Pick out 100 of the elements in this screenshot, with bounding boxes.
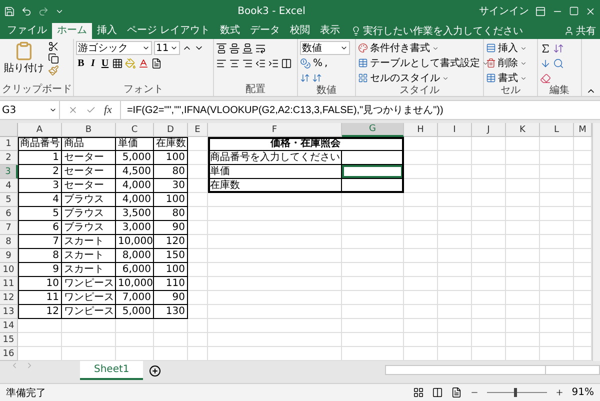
font-style-button[interactable]: B: [76, 58, 86, 68]
sort-icon[interactable]: [553, 42, 564, 54]
row-header[interactable]: 1: [0, 137, 18, 151]
align-center-icon[interactable]: [229, 58, 240, 68]
ribbon-tab[interactable]: ホーム: [52, 23, 92, 39]
copy-icon[interactable]: [48, 53, 59, 64]
sheet-tab[interactable]: Sheet1: [80, 361, 144, 380]
ribbon-tab[interactable]: 校閲: [285, 23, 316, 39]
active-cell[interactable]: [342, 165, 404, 179]
column-header[interactable]: A: [18, 123, 62, 137]
row-header[interactable]: 3: [0, 165, 18, 179]
paste-button[interactable]: 貼り付け: [2, 41, 46, 84]
lightbulb-icon[interactable]: [351, 26, 362, 36]
row-header[interactable]: 9: [0, 249, 18, 263]
row-header[interactable]: 15: [0, 333, 18, 347]
name-box[interactable]: G3: [0, 101, 60, 119]
row-header[interactable]: 12: [0, 291, 18, 305]
row-header[interactable]: 6: [0, 207, 18, 221]
undo-icon[interactable]: [21, 6, 32, 16]
zoom-in-icon[interactable]: [554, 388, 564, 397]
font-name-select[interactable]: 游ゴシック: [76, 41, 152, 55]
font-style-button[interactable]: U: [100, 58, 110, 68]
tell-me-field[interactable]: 実行したい作業を入力してください: [363, 24, 524, 38]
formula-field[interactable]: =IF(G2="","",IFNA(VLOOKUP(G2,A2:C13,3,FALSE),"見つかりません")): [120, 103, 444, 117]
vertical-scrollbar[interactable]: [592, 123, 600, 361]
zoom-thumb[interactable]: [514, 388, 517, 397]
page-layout-icon[interactable]: [432, 387, 443, 398]
percent-button[interactable]: %: [313, 58, 323, 68]
horizontal-scrollbar[interactable]: [385, 365, 600, 375]
row-header[interactable]: 11: [0, 277, 18, 291]
cells-menu-button[interactable]: 書式: [486, 71, 527, 85]
column-header[interactable]: I: [438, 123, 472, 137]
align-middle-icon[interactable]: [229, 42, 240, 54]
ribbon-tab[interactable]: 数式: [215, 23, 246, 39]
ribbon-tab[interactable]: ページ レイアウト: [122, 23, 216, 39]
indent-increase-icon[interactable]: [268, 58, 279, 68]
column-header[interactable]: L: [540, 123, 574, 137]
person-icon[interactable]: [564, 26, 574, 36]
align-bottom-icon[interactable]: [242, 42, 253, 54]
style-menu-button[interactable]: セルのスタイル: [358, 71, 489, 85]
row-header[interactable]: 4: [0, 179, 18, 193]
row-header[interactable]: 7: [0, 221, 18, 235]
comma-button[interactable]: ,: [324, 58, 328, 68]
ribbon-tab[interactable]: データ: [245, 23, 286, 39]
currency-icon[interactable]: [300, 58, 311, 68]
check-icon[interactable]: [86, 105, 96, 115]
align-right-icon[interactable]: [242, 58, 253, 68]
normal-view-icon[interactable]: [412, 387, 424, 398]
font-color-icon[interactable]: [138, 58, 149, 68]
column-header[interactable]: J: [472, 123, 506, 137]
column-header[interactable]: B: [62, 123, 116, 137]
style-menu-button[interactable]: 条件付き書式: [358, 41, 489, 55]
fill-icon[interactable]: [540, 58, 551, 68]
ribbon-display-icon[interactable]: [535, 6, 546, 16]
ribbon-tab[interactable]: 挿入: [92, 23, 122, 39]
close-icon[interactable]: [585, 6, 596, 16]
search-icon[interactable]: [553, 58, 564, 68]
number-format-select[interactable]: 数値: [300, 41, 350, 55]
row-header[interactable]: 10: [0, 263, 18, 277]
ribbon-tab[interactable]: ファイル: [2, 23, 52, 39]
column-header[interactable]: D: [154, 123, 188, 137]
borders-icon[interactable]: [112, 58, 123, 68]
row-header[interactable]: 14: [0, 319, 18, 333]
scissors-icon[interactable]: [48, 41, 59, 52]
row-header[interactable]: 13: [0, 305, 18, 319]
row-header[interactable]: 5: [0, 193, 18, 207]
row-header[interactable]: 16: [0, 347, 18, 361]
cancel-icon[interactable]: [68, 105, 78, 115]
ribbon-tab[interactable]: 表示: [315, 23, 346, 39]
row-header[interactable]: 2: [0, 151, 18, 165]
new-sheet-icon[interactable]: [149, 365, 162, 377]
column-header[interactable]: K: [506, 123, 540, 137]
column-header[interactable]: M: [574, 123, 592, 137]
table-cell: 8,000: [116, 249, 154, 263]
column-header[interactable]: C: [116, 123, 154, 137]
font-size-select[interactable]: 11: [154, 41, 180, 55]
signin-link[interactable]: サインイン: [479, 4, 529, 18]
font-style-button[interactable]: I: [88, 58, 98, 68]
maximize-icon[interactable]: [569, 6, 579, 16]
indent-decrease-icon[interactable]: [255, 58, 266, 68]
cells-menu-button[interactable]: 挿入: [486, 41, 527, 55]
zoom-level[interactable]: 91%: [572, 387, 594, 398]
sum-icon[interactable]: [540, 42, 551, 54]
column-header[interactable]: F: [208, 123, 342, 137]
align-left-icon[interactable]: [216, 58, 227, 68]
fill-color-icon[interactable]: [125, 58, 136, 68]
style-menu-button[interactable]: テーブルとして書式設定: [358, 56, 489, 70]
redo-icon[interactable]: [38, 6, 49, 16]
eraser-icon[interactable]: [540, 72, 551, 84]
column-header[interactable]: E: [188, 123, 208, 137]
wrap-text-icon[interactable]: [255, 42, 266, 54]
row-header[interactable]: 8: [0, 235, 18, 249]
share-button[interactable]: 共有: [576, 24, 596, 38]
cells-menu-button[interactable]: 削除: [486, 56, 527, 70]
align-top-icon[interactable]: [216, 42, 227, 54]
save-icon[interactable]: [4, 6, 15, 16]
insert-function-button[interactable]: fx: [104, 104, 112, 116]
column-header[interactable]: H: [404, 123, 438, 137]
merge-icon[interactable]: [281, 58, 292, 68]
column-header[interactable]: G: [342, 123, 404, 137]
